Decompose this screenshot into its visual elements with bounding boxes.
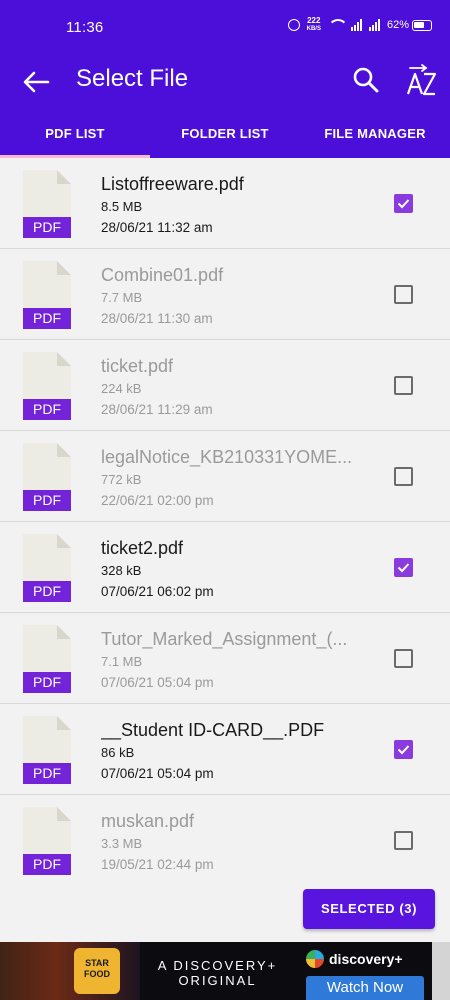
pdf-file-icon: PDF [23,534,71,602]
ad-line-2: ORIGINAL [178,973,257,988]
file-checkbox[interactable] [394,558,413,577]
alarm-icon [287,19,300,31]
file-size: 224 kB [101,381,142,396]
file-row[interactable]: PDF __Student ID-CARD__.PDF 86 kB 07/06/… [0,704,450,795]
watch-now-button[interactable]: Watch Now [306,976,424,1000]
bottom-bar: SELECTED (3) [0,885,450,940]
pdf-file-icon: PDF [23,625,71,693]
file-date: 07/06/21 05:04 pm [101,675,214,690]
pdf-label: PDF [23,308,71,329]
battery-indicator: 62% [387,19,432,31]
file-checkbox[interactable] [394,285,413,304]
tab-pdf-list[interactable]: PDF LIST [0,108,150,158]
file-date: 22/06/21 02:00 pm [101,493,214,508]
battery-icon [412,19,432,31]
file-size: 772 kB [101,472,142,487]
file-row[interactable]: PDF legalNotice_KB210331YOME... 772 kB 2… [0,431,450,522]
file-date: 07/06/21 06:02 pm [101,584,214,599]
pdf-file-icon: PDF [23,352,71,420]
sort-az-icon[interactable] [404,60,440,100]
file-name: __Student ID-CARD__.PDF [101,720,325,740]
signal-icon [350,19,362,31]
file-list: PDF Listoffreeware.pdf 8.5 MB 28/06/21 1… [0,158,450,886]
file-name: ticket2.pdf [101,538,184,558]
file-checkbox[interactable] [394,376,413,395]
file-name: muskan.pdf [101,811,195,831]
ad-edge [432,942,450,1000]
file-row[interactable]: PDF ticket2.pdf 328 kB 07/06/21 06:02 pm [0,522,450,613]
pdf-label: PDF [23,399,71,420]
file-row[interactable]: PDF Combine01.pdf 7.7 MB 28/06/21 11:30 … [0,249,450,340]
file-checkbox[interactable] [394,194,413,213]
network-speed: 222 KB/S [307,17,321,33]
pdf-file-icon: PDF [23,261,71,329]
pdf-label: PDF [23,581,71,602]
file-date: 19/05/21 02:44 pm [101,857,214,872]
wifi-icon [327,19,348,31]
file-name: Tutor_Marked_Assignment_(... [101,629,348,649]
tab-bar: PDF LIST FOLDER LIST FILE MANAGER [0,108,450,158]
file-date: 07/06/21 05:04 pm [101,766,214,781]
arrow-left-icon[interactable] [20,66,52,98]
pdf-label: PDF [23,854,71,875]
file-row[interactable]: PDF muskan.pdf 3.3 MB 19/05/21 02:44 pm [0,795,450,886]
ad-logo: STAR FOOD [74,948,120,994]
app-root: 11:36 222 KB/S 62% Select File PDF LIST … [0,0,450,1000]
file-name: ticket.pdf [101,356,174,376]
tab-file-manager[interactable]: FILE MANAGER [300,108,450,158]
pdf-file-icon: PDF [23,443,71,511]
app-bar: Select File [0,56,450,108]
file-row[interactable]: PDF Tutor_Marked_Assignment_(... 7.1 MB … [0,613,450,704]
tab-folder-list[interactable]: FOLDER LIST [150,108,300,158]
file-row[interactable]: PDF Listoffreeware.pdf 8.5 MB 28/06/21 1… [0,158,450,249]
network-speed-unit: KB/S [306,26,321,32]
ad-brand-name: discovery+ [329,951,403,967]
pdf-label: PDF [23,217,71,238]
file-size: 7.7 MB [101,290,143,305]
battery-percent: 62% [386,19,409,31]
file-size: 7.1 MB [101,654,143,669]
status-time: 11:36 [66,19,104,36]
file-checkbox[interactable] [394,831,413,850]
file-checkbox[interactable] [394,467,413,486]
selected-button[interactable]: SELECTED (3) [303,889,435,929]
file-name: legalNotice_KB210331YOME... [101,447,353,467]
page-title: Select File [76,65,189,92]
file-size: 3.3 MB [101,836,143,851]
file-size: 86 kB [101,745,135,760]
ad-brand: discovery+ [306,950,403,968]
file-date: 28/06/21 11:32 am [101,220,213,235]
file-checkbox[interactable] [394,649,413,668]
status-bar: 11:36 222 KB/S 62% [0,0,450,56]
pdf-label: PDF [23,490,71,511]
network-speed-value: 222 [307,16,321,25]
ad-line-1: A DISCOVERY+ [157,958,278,973]
pdf-file-icon: PDF [23,716,71,784]
status-icons: 222 KB/S 62% [287,17,432,33]
file-date: 28/06/21 11:30 am [101,311,213,326]
pdf-file-icon: PDF [23,170,71,238]
pdf-label: PDF [23,763,71,784]
search-icon[interactable] [350,64,382,96]
pdf-file-icon: PDF [23,807,71,875]
file-size: 328 kB [101,563,142,578]
globe-icon [306,950,324,968]
file-name: Combine01.pdf [101,265,224,285]
pdf-label: PDF [23,672,71,693]
file-date: 28/06/21 11:29 am [101,402,213,417]
file-name: Listoffreeware.pdf [101,174,244,194]
file-size: 8.5 MB [101,199,143,214]
file-checkbox[interactable] [394,740,413,759]
file-row[interactable]: PDF ticket.pdf 224 kB 28/06/21 11:29 am [0,340,450,431]
ad-banner[interactable]: STAR FOOD A DISCOVERY+ ORIGINAL discover… [0,942,450,1000]
signal-icon-2 [368,19,380,31]
ad-tagline: A DISCOVERY+ ORIGINAL [150,958,285,988]
